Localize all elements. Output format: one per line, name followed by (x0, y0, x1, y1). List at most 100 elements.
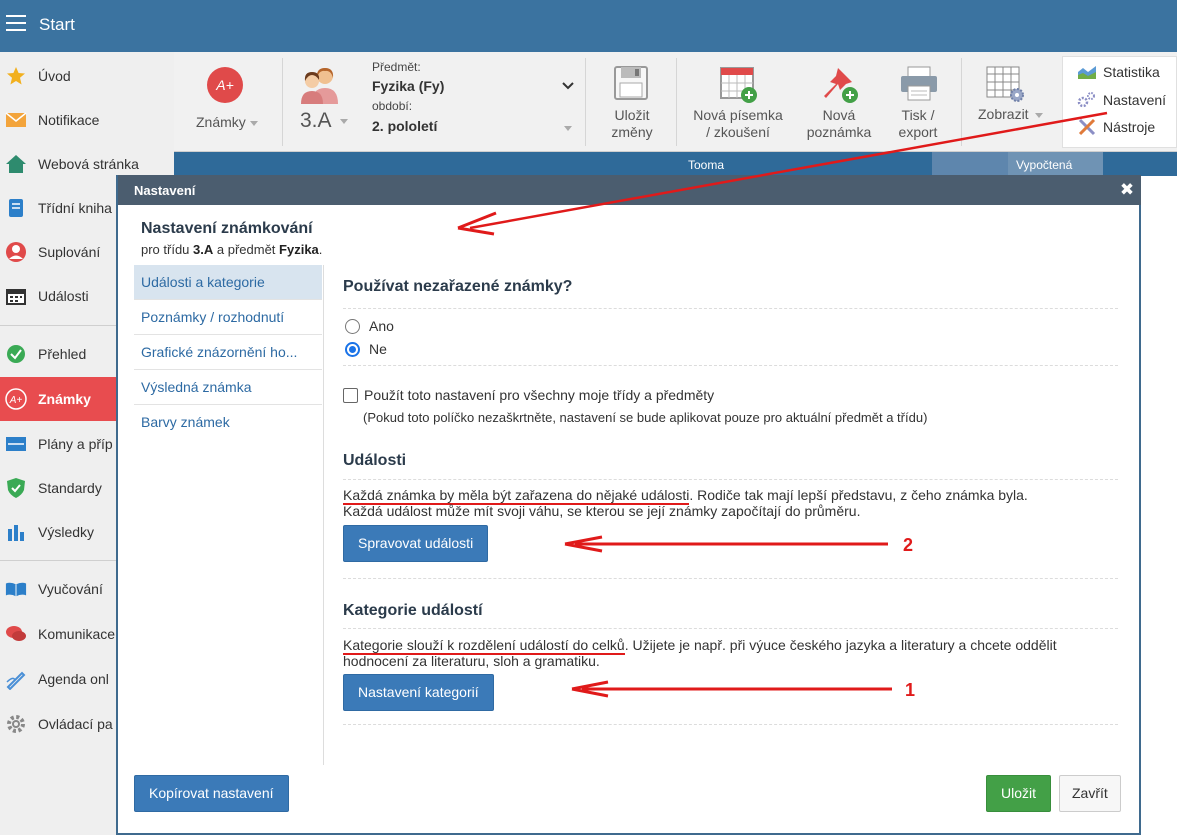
categories-text-rest: . Užijete je např. při výuce českého jaz… (624, 637, 1057, 653)
home-icon (5, 153, 27, 175)
radio-yes-control[interactable] (345, 318, 360, 334)
annotation-label-2: 2 (903, 535, 914, 555)
sidebar-item-label: Agenda onl (38, 671, 109, 687)
toolbar: A+ Známky 3.A Předmět: Fyzika (Fy) obdob… (174, 52, 1177, 152)
divider (343, 578, 1118, 579)
toolbar-divider (961, 58, 962, 146)
radio-yes[interactable]: Ano (345, 318, 394, 334)
students-icon (301, 68, 338, 104)
modal-header: Nastavení ✖ (118, 175, 1141, 205)
save-button[interactable]: Uložit (986, 775, 1052, 812)
background-column-header (932, 152, 1010, 176)
sidebar-item-label: Události (38, 288, 89, 304)
book-icon (5, 197, 27, 219)
sidebar-item-label: Webová stránka (38, 156, 139, 172)
new-note-button[interactable]: Nová poznámka (798, 52, 880, 152)
show-button[interactable]: Zobrazit (966, 52, 1056, 152)
sidebar-item-label: Notifikace (38, 112, 100, 128)
menu-statistics-label: Statistika (1103, 64, 1160, 80)
radio-no[interactable]: Ne (345, 341, 387, 357)
sidebar-item-notifikace[interactable]: Notifikace (0, 98, 174, 142)
show-label: Zobrazit (978, 106, 1029, 122)
nav-graphic-display[interactable]: Grafické znázornění ho... (134, 335, 322, 370)
events-description: Každá známka by měla být zařazena do něj… (343, 487, 1118, 519)
manage-events-button[interactable]: Spravovat události (343, 525, 489, 562)
chevron-down-icon (562, 82, 574, 90)
apply-all-label: Použít toto nastavení pro všechny moje t… (364, 387, 715, 403)
save-label-line1: Uložit (614, 107, 650, 123)
modal-header-title: Nastavení (134, 183, 196, 198)
new-exam-button[interactable]: Nová písemka / zkoušení (679, 52, 797, 152)
sidebar-item-label: Výsledky (38, 524, 95, 540)
star-icon (5, 65, 27, 87)
plan-icon (5, 433, 27, 455)
subtitle-class: 3.A (193, 242, 214, 257)
copy-settings-button[interactable]: Kopírovat nastavení (134, 775, 289, 812)
sidebar-item-label: Úvod (38, 68, 71, 84)
subtitle-middle: a předmět (213, 242, 280, 257)
divider (343, 724, 1118, 725)
divider (343, 365, 1118, 366)
sidebar-item-label: Třídní kniha (38, 200, 112, 216)
close-button[interactable]: Zavřít (1059, 775, 1121, 812)
grid-settings-icon (986, 66, 1024, 102)
app-title[interactable]: Start (39, 15, 75, 35)
menu-item-tools[interactable]: Nástroje (1077, 118, 1155, 136)
save-label-line2: změny (611, 124, 653, 140)
menu-tools-label: Nástroje (1103, 119, 1156, 135)
floppy-disk-icon (614, 66, 648, 100)
pushpin-add-icon (824, 68, 858, 103)
chevron-down-icon (249, 120, 258, 126)
period-value: 2. pololetí (372, 118, 438, 134)
sidebar-item-label: Standardy (38, 480, 102, 496)
tools-icon (1078, 118, 1096, 136)
close-icon[interactable]: ✖ (1118, 181, 1136, 199)
subtitle-suffix: . (318, 242, 323, 257)
save-changes-button[interactable]: Uložit změny (588, 52, 676, 152)
radio-no-control[interactable] (345, 341, 360, 357)
nav-notes-decisions[interactable]: Poznámky / rozhodnutí (134, 300, 322, 335)
grades-button[interactable]: A+ Známky (174, 52, 274, 152)
class-selector[interactable]: 3.A (286, 52, 366, 152)
apply-all-checkbox-row[interactable]: Použít toto nastavení pro všechny moje t… (343, 387, 714, 403)
apply-all-checkbox[interactable] (343, 387, 358, 403)
menu-item-settings[interactable]: Nastavení (1077, 91, 1166, 109)
printer-icon (901, 66, 937, 101)
sidebar-item-label: Známky (38, 391, 91, 407)
nav-final-grade[interactable]: Výsledná známka (134, 370, 322, 405)
nav-grade-colors[interactable]: Barvy známek (134, 405, 322, 440)
period-caption: období: (372, 99, 413, 113)
print-export-button[interactable]: Tisk / export (882, 52, 954, 152)
categories-text-line2: hodnocení za literaturu, sloh a gramatik… (343, 653, 600, 669)
subject-period-selector[interactable]: Předmět: Fyzika (Fy) období: 2. pololetí (369, 58, 581, 148)
menu-item-statistics[interactable]: Statistika (1077, 64, 1160, 80)
new-note-line2: poznámka (806, 124, 872, 140)
sidebar-item-label: Suplování (38, 244, 101, 260)
subtitle-prefix: pro třídu (141, 242, 194, 257)
divider (343, 479, 1118, 480)
check-circle-icon (5, 343, 27, 365)
calendar-add-icon (720, 67, 757, 103)
hamburger-menu-icon[interactable] (6, 15, 26, 31)
envelope-icon (5, 109, 27, 131)
background-column-header: Tooma (688, 158, 725, 172)
toolbar-divider (282, 58, 283, 146)
annotation-label-1: 1 (905, 680, 916, 700)
apply-all-note: (Pokud toto políčko nezaškrtněte, nastav… (363, 410, 928, 425)
sidebar-item-uvod[interactable]: Úvod (0, 54, 174, 98)
divider (343, 628, 1118, 629)
area-chart-icon (1078, 66, 1096, 79)
category-settings-button[interactable]: Nastavení kategorií (343, 674, 494, 711)
radio-yes-label: Ano (369, 318, 394, 334)
menu-settings-label: Nastavení (1103, 92, 1167, 108)
toolbar-divider (585, 58, 586, 146)
settings-nav: Události a kategorie Poznámky / rozhodnu… (134, 265, 324, 765)
chevron-down-icon (564, 126, 572, 131)
radio-no-label: Ne (369, 341, 387, 357)
grade-icon: A+ (5, 388, 27, 410)
nav-events-categories[interactable]: Události a kategorie (134, 265, 322, 300)
modal-title: Nastavení známkování (141, 220, 313, 237)
categories-description: Kategorie slouží k rozdělení událostí do… (343, 637, 1118, 669)
calendar-icon (5, 285, 27, 307)
chevron-down-icon (1034, 112, 1043, 118)
